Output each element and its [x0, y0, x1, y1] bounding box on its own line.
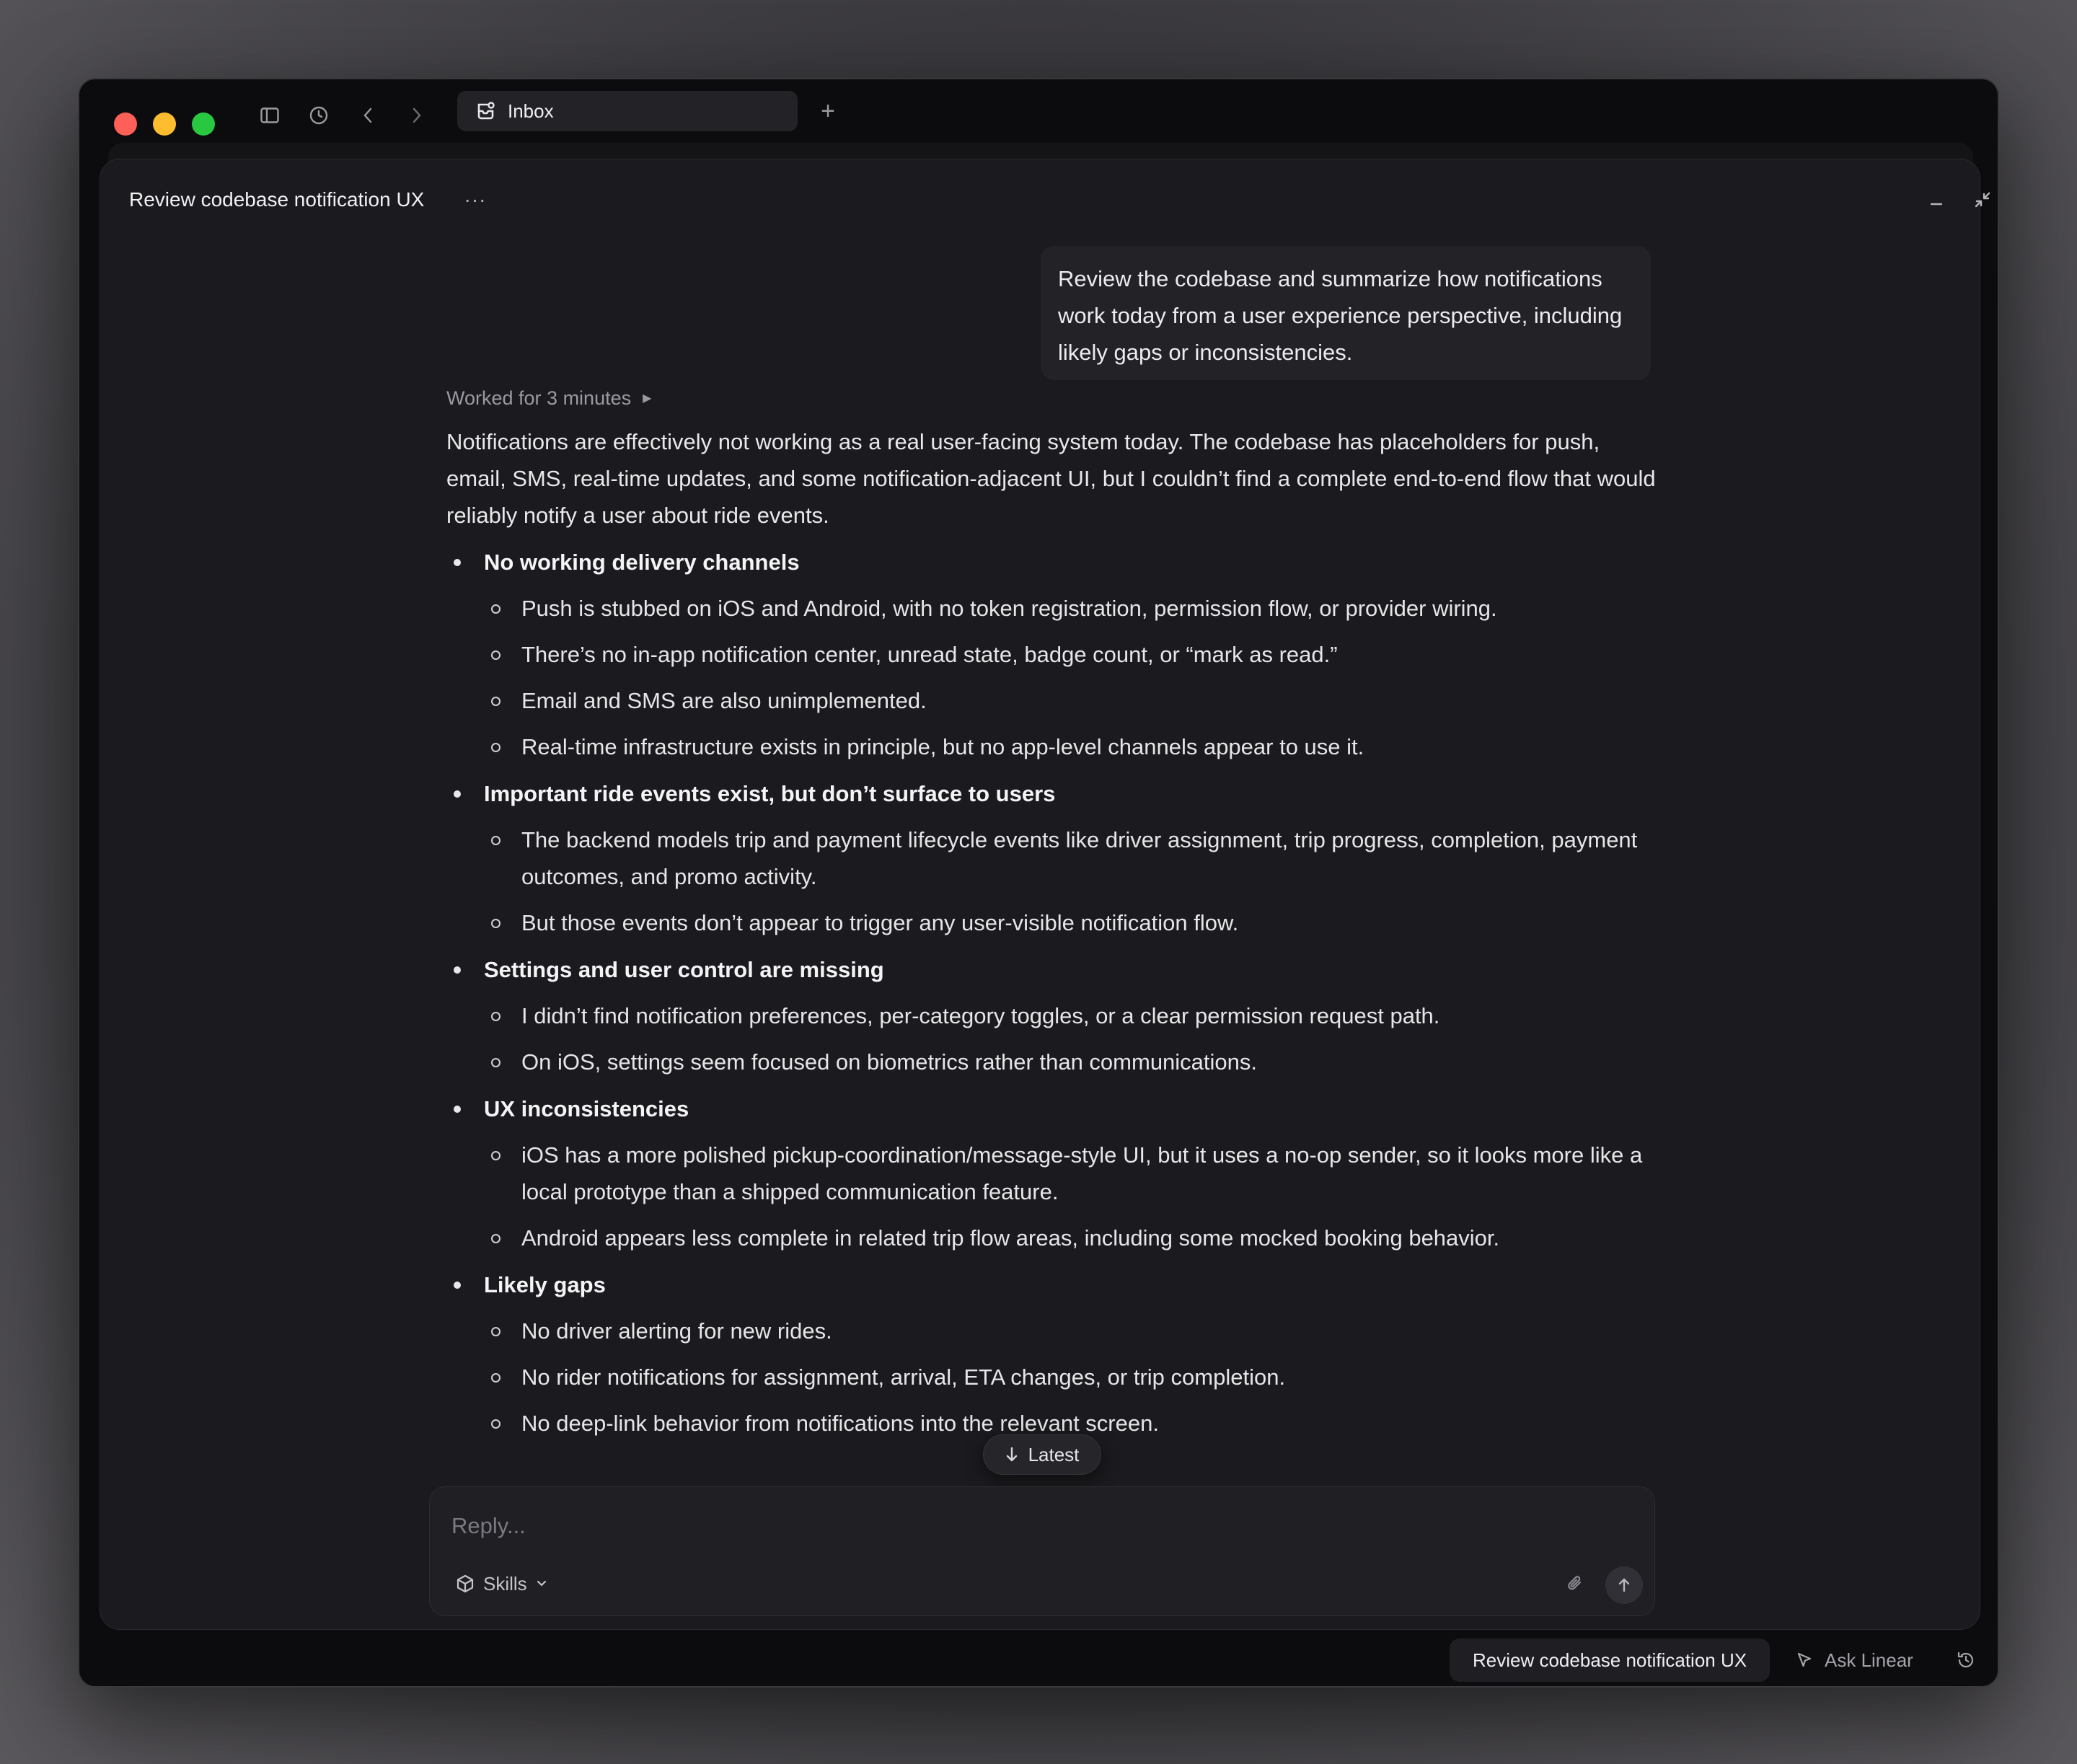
minimize-panel-icon[interactable] — [1921, 184, 1952, 216]
cursor-arrow-icon — [1796, 1651, 1813, 1669]
section-heading: Settings and user control are missing — [446, 951, 1658, 988]
reply-input[interactable] — [451, 1504, 1605, 1548]
skills-dropdown[interactable]: Skills — [456, 1568, 547, 1600]
arrow-down-icon — [1005, 1446, 1018, 1463]
active-conversation-chip[interactable]: Review codebase notification UX — [1450, 1639, 1770, 1682]
new-tab-button[interactable]: + — [812, 95, 844, 127]
collapse-arrows-icon[interactable] — [1967, 184, 1998, 216]
list-item: Push is stubbed on iOS and Android, with… — [446, 590, 1658, 627]
section-heading: UX inconsistencies — [446, 1090, 1658, 1127]
reply-composer: Skills — [429, 1486, 1655, 1616]
forward-chevron-icon[interactable] — [401, 100, 433, 131]
tab-inbox[interactable]: Inbox — [457, 91, 798, 131]
section-heading: Important ride events exist, but don’t s… — [446, 775, 1658, 812]
close-window-button[interactable] — [114, 113, 137, 136]
history-icon[interactable] — [1949, 1643, 1983, 1677]
page-title: Review codebase notification UX — [129, 188, 425, 211]
list-item: There’s no in-app notification center, u… — [446, 636, 1658, 673]
minimize-window-button[interactable] — [153, 113, 176, 136]
back-chevron-icon[interactable] — [352, 100, 384, 131]
jump-to-latest-button[interactable]: Latest — [983, 1434, 1101, 1475]
list-item: Android appears less complete in related… — [446, 1220, 1658, 1256]
inbox-icon — [475, 100, 496, 122]
chevron-down-icon — [536, 1579, 547, 1588]
list-item: Real-time infrastructure exists in princ… — [446, 728, 1658, 765]
plus-icon: + — [821, 97, 835, 125]
section-ux-inconsistencies: UX inconsistencies iOS has a more polish… — [446, 1090, 1658, 1256]
assistant-message: Worked for 3 minutes ▶ Notifications are… — [446, 376, 1658, 1553]
history-clock-icon[interactable] — [303, 100, 335, 131]
more-options-icon[interactable]: ··· — [461, 185, 490, 214]
ask-label: Ask Linear — [1825, 1649, 1913, 1671]
cube-icon — [456, 1574, 475, 1593]
section-ride-events: Important ride events exist, but don’t s… — [446, 775, 1658, 941]
list-item: The backend models trip and payment life… — [446, 821, 1658, 895]
conversation-panel: Review codebase notification UX ··· Revi… — [100, 159, 1990, 1630]
section-settings: Settings and user control are missing I … — [446, 951, 1658, 1080]
app-window: Inbox + Review codebase notification UX … — [78, 78, 1999, 1688]
list-item: I didn’t find notification preferences, … — [446, 997, 1658, 1034]
list-item: Email and SMS are also unimplemented. — [446, 682, 1658, 719]
list-item: On iOS, settings seem focused on biometr… — [446, 1044, 1658, 1080]
caret-right-icon: ▶ — [643, 392, 652, 405]
sidebar-toggle-icon[interactable] — [254, 100, 286, 131]
user-message: Review the codebase and summarize how no… — [1041, 246, 1651, 380]
paperclip-icon[interactable] — [1559, 1568, 1591, 1600]
latest-label: Latest — [1028, 1443, 1080, 1465]
zoom-window-button[interactable] — [192, 113, 215, 136]
list-item: No rider notifications for assignment, a… — [446, 1359, 1658, 1395]
worked-label: Worked for 3 minutes — [446, 387, 632, 409]
section-likely-gaps: Likely gaps No driver alerting for new r… — [446, 1266, 1658, 1442]
section-delivery-channels: No working delivery channels Push is stu… — [446, 544, 1658, 765]
worked-duration-toggle[interactable]: Worked for 3 minutes ▶ — [446, 386, 1658, 410]
ask-linear-button[interactable]: Ask Linear — [1796, 1643, 1913, 1677]
arrow-up-icon — [1618, 1577, 1631, 1593]
title-bar: Inbox + — [79, 79, 1998, 146]
section-heading: Likely gaps — [446, 1266, 1658, 1303]
assistant-intro: Notifications are effectively not workin… — [446, 429, 1656, 528]
tab-label: Inbox — [508, 100, 554, 122]
send-button[interactable] — [1605, 1566, 1643, 1604]
list-item: iOS has a more polished pickup-coordinat… — [446, 1137, 1658, 1210]
section-heading: No working delivery channels — [446, 544, 1658, 581]
skills-label: Skills — [483, 1572, 527, 1595]
list-item: But those events don’t appear to trigger… — [446, 904, 1658, 941]
list-item: No driver alerting for new rides. — [446, 1313, 1658, 1349]
